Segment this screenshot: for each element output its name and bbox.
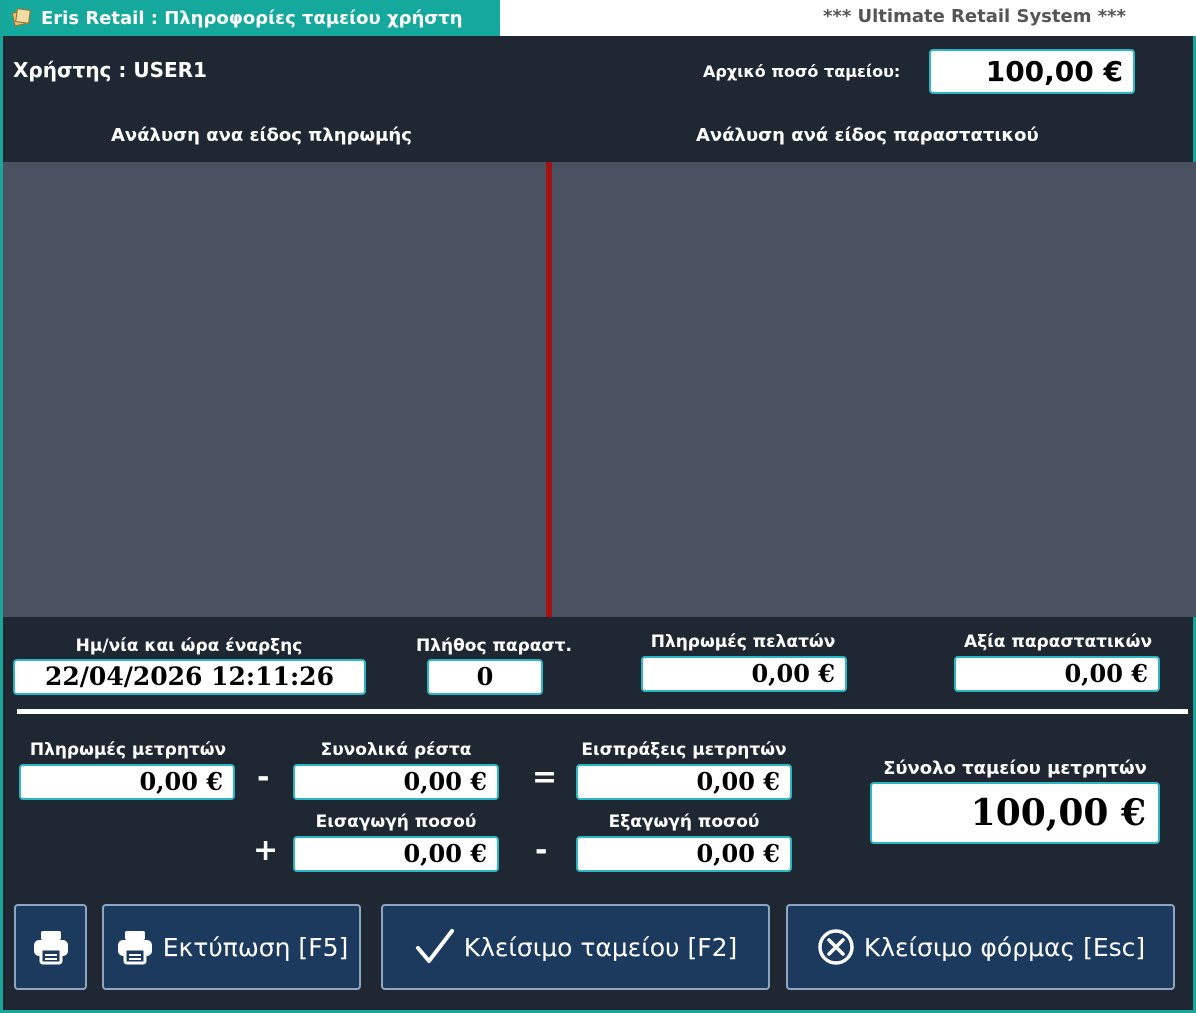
equals-operator: = — [532, 760, 558, 795]
cash-payments-field[interactable]: 0,00 € — [19, 764, 235, 800]
close-form-button[interactable]: Κλείσιμο φόρμας [Esc] — [786, 904, 1175, 990]
close-circle-icon — [818, 929, 854, 965]
start-datetime-label: Ημ/νία και ώρα έναρξης — [75, 636, 303, 656]
register-info-window: Eris Retail : Πληροφορίες ταμείου χρήστη… — [0, 0, 1196, 1013]
amount-out-field[interactable]: 0,00 € — [576, 836, 792, 872]
cash-total-field[interactable]: 100,00 € — [870, 782, 1160, 844]
minus-operator-2: - — [535, 833, 548, 868]
cash-total-label: Σύνολο ταμείου μετρητών — [883, 758, 1147, 779]
initial-amount-label: Αρχικό ποσό ταμείου: — [703, 62, 901, 81]
printer-icon — [117, 931, 152, 965]
close-form-label: Κλείσιμο φόρμας [Esc] — [863, 932, 1146, 962]
cash-receipts-label: Εισπράξεις μετρητών — [581, 740, 787, 760]
total-change-field[interactable]: 0,00 € — [293, 764, 499, 800]
cash-receipts-field[interactable]: 0,00 € — [576, 764, 792, 800]
check-icon — [415, 929, 454, 963]
start-datetime-field[interactable]: 22/04/2026 12:11:26 — [13, 659, 366, 695]
user-label: Χρήστης : USER1 — [13, 58, 207, 82]
window-title: Eris Retail : Πληροφορίες ταμείου χρήστη — [41, 7, 463, 29]
doc-count-field[interactable]: 0 — [427, 659, 543, 695]
document-breakdown-panel[interactable] — [552, 162, 1196, 617]
close-register-label: Κλείσιμο ταμείου [F2] — [463, 932, 738, 962]
printer-icon — [33, 931, 68, 965]
system-banner: *** Ultimate Retail System *** — [823, 6, 1126, 27]
print-button[interactable]: Εκτύπωση [F5] — [102, 904, 361, 990]
initial-amount-field[interactable]: 100,00 € — [929, 49, 1135, 94]
minus-operator: - — [257, 760, 270, 795]
amount-in-field[interactable]: 0,00 € — [293, 836, 499, 872]
quick-print-button[interactable] — [14, 904, 87, 990]
title-bar: Eris Retail : Πληροφορίες ταμείου χρήστη… — [3, 0, 1196, 36]
customer-payments-field[interactable]: 0,00 € — [641, 656, 847, 692]
plus-operator: + — [253, 833, 279, 868]
cash-payments-label: Πληρωμές μετρητών — [29, 740, 227, 760]
customer-payments-label: Πληρωμές πελατών — [650, 632, 836, 652]
document-breakdown-heading: Ανάλυση ανά είδος παραστατικού — [696, 125, 1039, 146]
documents-value-label: Αξία παραστατικών — [963, 632, 1153, 652]
print-button-label: Εκτύπωση [F5] — [162, 932, 349, 962]
separator-line — [17, 709, 1188, 714]
payment-breakdown-panel[interactable] — [3, 162, 546, 617]
title-tab: Eris Retail : Πληροφορίες ταμείου χρήστη — [3, 0, 500, 36]
documents-value-field[interactable]: 0,00 € — [954, 656, 1160, 692]
close-register-button[interactable]: Κλείσιμο ταμείου [F2] — [381, 904, 770, 990]
total-change-label: Συνολικά ρέστα — [320, 740, 472, 760]
amount-in-label: Εισαγωγή ποσού — [315, 812, 477, 832]
doc-count-label: Πλήθος παραστ. — [416, 636, 572, 656]
receipt-icon — [11, 7, 33, 29]
payment-breakdown-heading: Ανάλυση ανα είδος πληρωμής — [111, 125, 412, 146]
amount-out-label: Εξαγωγή ποσού — [608, 812, 760, 832]
